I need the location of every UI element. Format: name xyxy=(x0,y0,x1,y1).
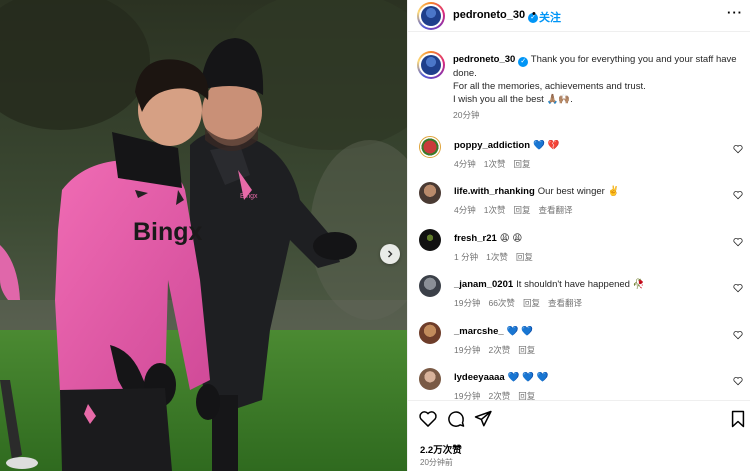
post-timestamp: 20分钟前 xyxy=(420,458,453,467)
post-photo: Bingx Bingx xyxy=(0,0,407,471)
actions-divider xyxy=(408,400,750,401)
reply-button[interactable]: 回复 xyxy=(513,159,530,169)
chevron-right-icon xyxy=(388,250,393,258)
commenter-username[interactable]: fresh_r21 xyxy=(454,233,497,244)
comment-text: It shouldn't have happened 🥀 xyxy=(516,279,645,290)
comment-likes[interactable]: 66次赞 xyxy=(488,298,514,308)
share-send-icon[interactable] xyxy=(473,409,493,429)
reply-button[interactable]: 回复 xyxy=(518,345,535,355)
caption-line-3: I wish you all the best 🙏🏽🙌🏽. xyxy=(453,94,573,105)
commenter-username[interactable]: _janam_0201 xyxy=(454,279,513,290)
commenter-avatar[interactable] xyxy=(419,229,441,251)
reply-button[interactable]: 回复 xyxy=(523,298,540,308)
comment-time: 19分钟 xyxy=(454,345,481,355)
author-avatar[interactable] xyxy=(417,2,445,30)
reply-button[interactable]: 回复 xyxy=(513,205,530,215)
comment-item: lydeeyaaaa 💙 💙 💙 19分钟 2次赞 回复 xyxy=(408,368,750,408)
reply-button[interactable]: 回复 xyxy=(516,252,533,262)
comment-bubble-icon[interactable] xyxy=(446,409,466,429)
commenter-avatar[interactable] xyxy=(419,368,441,390)
caption-line-2: For all the memories, achievements and t… xyxy=(453,81,646,92)
save-bookmark-icon[interactable] xyxy=(728,409,748,429)
like-comment-heart-icon[interactable] xyxy=(733,283,743,293)
post-actions-bar xyxy=(408,409,750,431)
comment-likes[interactable]: 1次赞 xyxy=(484,159,506,169)
training-photo: Bingx Bingx xyxy=(0,0,407,471)
comment-time: 19分钟 xyxy=(454,298,481,308)
verified-badge-icon: ✓ xyxy=(518,57,529,67)
like-comment-heart-icon[interactable] xyxy=(733,237,743,247)
post-header: pedroneto_30 ✓ • 关注 ··· xyxy=(408,0,750,32)
comment-text: 😩 😩 xyxy=(499,233,523,244)
separator-dot: • xyxy=(532,8,536,20)
commenter-avatar[interactable] xyxy=(419,182,441,204)
more-options-icon[interactable]: ··· xyxy=(727,5,743,20)
comment-likes[interactable]: 1次赞 xyxy=(486,252,508,262)
like-count[interactable]: 2.2万次赞 xyxy=(420,442,462,456)
comment-time: 1 分钟 xyxy=(454,252,479,262)
like-comment-heart-icon[interactable] xyxy=(733,144,743,154)
comment-item: _marcshe_ 💙 💙 19分钟 2次赞 回复 xyxy=(408,322,750,362)
like-comment-heart-icon[interactable] xyxy=(733,376,743,386)
see-translation-button[interactable]: 查看翻译 xyxy=(538,205,572,215)
next-image-button[interactable] xyxy=(380,244,400,264)
comment-item: poppy_addiction 💙 💔 4分钟 1次赞 回复 xyxy=(408,136,750,176)
comment-text: 💙 💔 xyxy=(533,140,560,151)
commenter-username[interactable]: lydeeyaaaa xyxy=(454,372,505,383)
post-sidebar: pedroneto_30 ✓ • 关注 ··· pedroneto_30 ✓ Tha… xyxy=(407,0,750,471)
comment-text: 💙 💙 xyxy=(506,326,533,337)
caption-avatar[interactable] xyxy=(417,51,445,79)
caption-time: 20分钟 xyxy=(453,110,480,120)
svg-text:Bingx: Bingx xyxy=(240,193,258,200)
commenter-avatar[interactable] xyxy=(419,322,441,344)
comment-likes[interactable]: 1次赞 xyxy=(484,205,506,215)
commenter-username[interactable]: life.with_rhanking xyxy=(454,186,535,197)
comment-likes[interactable]: 2次赞 xyxy=(488,345,510,355)
comment-item: fresh_r21 😩 😩 1 分钟 1次赞 回复 xyxy=(408,229,750,269)
like-comment-heart-icon[interactable] xyxy=(733,190,743,200)
comment-time: 4分钟 xyxy=(454,159,476,169)
follow-button[interactable]: 关注 xyxy=(539,9,561,25)
caption-username[interactable]: pedroneto_30 xyxy=(453,54,515,65)
comment-item: life.with_rhanking Our best winger ✌️ 4分钟… xyxy=(408,182,750,222)
like-comment-heart-icon[interactable] xyxy=(733,330,743,340)
caption-text: pedroneto_30 ✓ Thank you for everything y… xyxy=(453,53,743,106)
commenter-username[interactable]: poppy_addiction xyxy=(454,140,530,151)
commenter-avatar[interactable] xyxy=(419,275,441,297)
comment-time: 4分钟 xyxy=(454,205,476,215)
see-translation-button[interactable]: 查看翻译 xyxy=(548,298,582,308)
author-username[interactable]: pedroneto_30 ✓ xyxy=(453,9,539,23)
commenter-username[interactable]: _marcshe_ xyxy=(454,326,504,337)
comment-text: 💙 💙 💙 xyxy=(507,372,549,383)
comment-text: Our best winger ✌️ xyxy=(537,186,620,197)
svg-text:Bingx: Bingx xyxy=(133,218,203,246)
like-heart-icon[interactable] xyxy=(418,409,438,429)
comment-item: _janam_0201 It shouldn't have happened 🥀 … xyxy=(408,275,750,315)
commenter-avatar[interactable] xyxy=(419,136,441,158)
